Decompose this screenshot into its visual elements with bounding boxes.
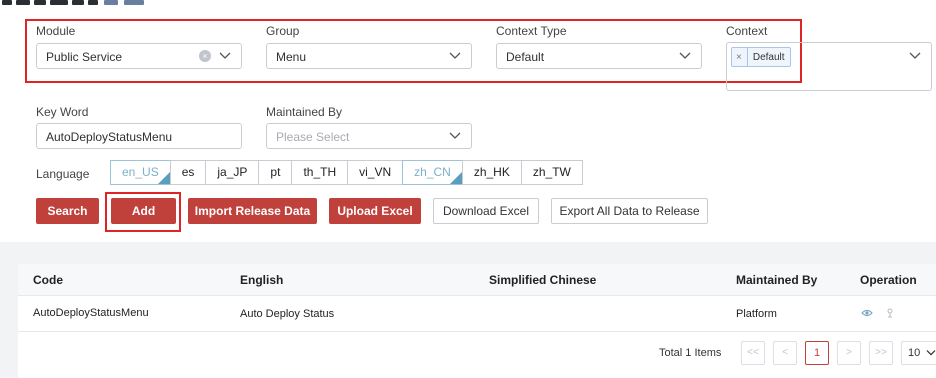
chevron-down-icon: [926, 350, 936, 356]
cell-english: Auto Deploy Status: [240, 308, 335, 320]
page-size-value: 10: [908, 347, 921, 359]
download-excel-button[interactable]: Download Excel: [433, 198, 539, 224]
group-select[interactable]: Menu: [266, 43, 472, 69]
lang-en-us[interactable]: en_US ✓: [110, 160, 171, 185]
context-type-value: Default: [506, 50, 545, 64]
pin-icon[interactable]: [884, 307, 896, 319]
language-toggle-group: en_US ✓ es ja_JP pt th_TH vi_VN zh_CN ✓ zh…: [110, 160, 583, 185]
export-all-button[interactable]: Export All Data to Release: [551, 198, 708, 224]
module-label: Module: [36, 24, 76, 38]
chevron-down-icon: [449, 52, 461, 59]
chevron-down-icon: [679, 52, 691, 59]
search-button[interactable]: Search: [36, 198, 99, 224]
language-label: Language: [36, 167, 90, 181]
view-eye-icon[interactable]: [861, 307, 873, 319]
clear-icon[interactable]: ×: [199, 50, 211, 62]
lang-zh-cn[interactable]: zh_CN ✓: [402, 160, 463, 185]
next-page-button[interactable]: >: [837, 341, 861, 365]
side-gutter: [0, 242, 18, 378]
group-value: Menu: [276, 50, 307, 64]
lang-vi-vn[interactable]: vi_VN: [347, 160, 404, 185]
context-label: Context: [726, 24, 768, 38]
col-maintained-by: Maintained By: [736, 273, 818, 287]
total-items-text: Total 1 Items: [659, 347, 722, 359]
prev-page-button[interactable]: <: [773, 341, 797, 365]
col-operation: Operation: [860, 273, 917, 287]
lang-zh-tw[interactable]: zh_TW: [520, 160, 583, 185]
lang-es[interactable]: es: [169, 160, 207, 185]
page-size-select[interactable]: 10: [901, 341, 936, 365]
keyword-value: AutoDeployStatusMenu: [46, 130, 173, 144]
module-value: Public Service: [46, 50, 123, 64]
logo-fragment: [0, 0, 160, 6]
context-type-label: Context Type: [496, 24, 567, 38]
table-header: Code English Simplified Chinese Maintain…: [18, 264, 936, 296]
keyword-input[interactable]: AutoDeployStatusMenu: [36, 123, 242, 149]
lang-pt[interactable]: pt: [258, 160, 293, 185]
context-multiselect[interactable]: × Default: [726, 42, 932, 91]
maintained-by-select[interactable]: Please Select: [266, 123, 472, 149]
chevron-down-icon: [909, 52, 921, 59]
upload-excel-button[interactable]: Upload Excel: [329, 198, 421, 224]
page-1-button[interactable]: 1: [805, 341, 829, 365]
context-tag: × Default: [731, 47, 791, 67]
col-english: English: [240, 273, 284, 287]
lang-ja-jp[interactable]: ja_JP: [205, 160, 260, 185]
section-divider: [0, 242, 936, 264]
last-page-button[interactable]: >>: [869, 341, 893, 365]
group-label: Group: [266, 24, 300, 38]
context-type-select[interactable]: Default: [496, 43, 702, 69]
add-button[interactable]: Add: [111, 198, 176, 224]
table-row: AutoDeployStatusMenu Auto Deploy Status …: [18, 297, 936, 332]
maintained-by-placeholder: Please Select: [276, 130, 350, 144]
context-tag-label: Default: [752, 51, 785, 63]
col-simplified-chinese: Simplified Chinese: [489, 273, 597, 287]
chevron-down-icon: [449, 132, 461, 139]
lang-zh-hk[interactable]: zh_HK: [461, 160, 522, 185]
module-select[interactable]: Public Service ×: [36, 43, 242, 69]
lang-th-th[interactable]: th_TH: [291, 160, 349, 185]
col-code: Code: [33, 273, 63, 287]
maintained-by-label: Maintained By: [266, 105, 343, 119]
cell-maintained-by: Platform: [736, 308, 777, 320]
tag-close-icon[interactable]: ×: [732, 48, 748, 66]
import-release-data-button[interactable]: Import Release Data: [188, 198, 317, 224]
cell-code: AutoDeployStatusMenu: [33, 307, 149, 319]
keyword-label: Key Word: [36, 105, 89, 119]
chevron-down-icon: [219, 52, 231, 59]
first-page-button[interactable]: <<: [741, 341, 765, 365]
